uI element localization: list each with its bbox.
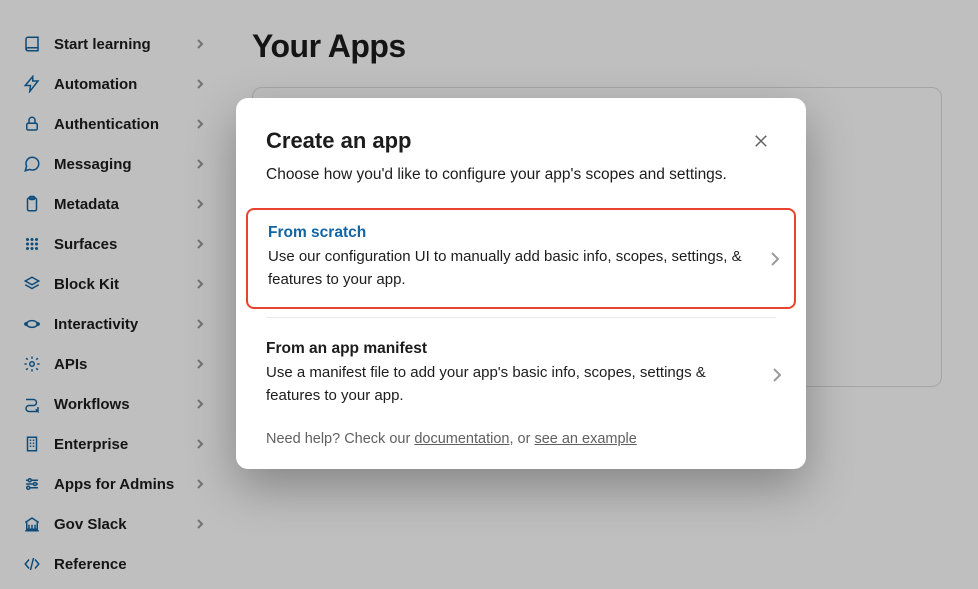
help-text: Need help? Check our documentation, or s… xyxy=(236,423,806,447)
modal-title: Create an app xyxy=(266,128,412,154)
see-example-link[interactable]: see an example xyxy=(534,431,636,447)
option-from-scratch[interactable]: From scratch Use our configuration UI to… xyxy=(246,208,796,309)
divider xyxy=(266,317,776,318)
chevron-right-icon xyxy=(770,251,780,267)
close-icon xyxy=(752,132,770,150)
option-from-manifest[interactable]: From an app manifest Use a manifest file… xyxy=(246,326,796,423)
option-desc: Use our configuration UI to manually add… xyxy=(268,246,750,291)
create-app-modal: Create an app Choose how you'd like to c… xyxy=(236,98,806,469)
modal-subtitle: Choose how you'd like to configure your … xyxy=(236,166,806,184)
option-desc: Use a manifest file to add your app's ba… xyxy=(266,362,752,407)
close-button[interactable] xyxy=(746,126,776,156)
chevron-right-icon xyxy=(772,367,782,383)
option-title: From an app manifest xyxy=(266,340,752,358)
option-title: From scratch xyxy=(268,224,750,242)
documentation-link[interactable]: documentation xyxy=(414,431,509,447)
